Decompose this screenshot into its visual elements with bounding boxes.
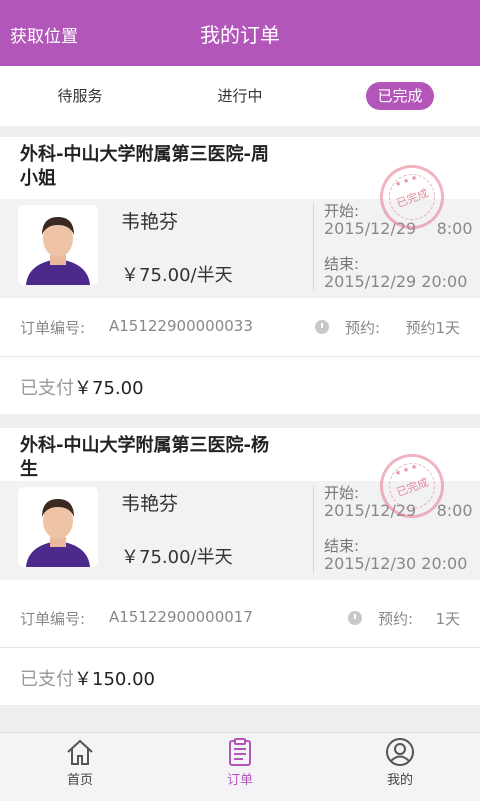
order-number-label: 订单编号: (20, 319, 86, 337)
divider (313, 485, 314, 573)
end-time: 2015/12/29 20:00 (324, 272, 468, 291)
start-label: 开始: (324, 484, 360, 502)
start-label: 开始: (324, 202, 360, 220)
reserve-duration: 预约1天 (405, 319, 460, 337)
price: ￥75.00/半天 (121, 547, 233, 568)
end-label: 结束: (324, 255, 360, 273)
order-card[interactable]: 外科-中山大学附属第三医院-杨生 韦艳芬 ￥75.00/半天 开始: 2015/… (0, 428, 480, 705)
avatar (18, 487, 98, 567)
tab-pending[interactable]: 待服务 (40, 82, 120, 110)
order-number: A15122900000033 (109, 317, 253, 335)
reserve-duration: 1天 (435, 610, 460, 628)
nav-mine[interactable]: 我的 (350, 733, 450, 801)
reserve-label: 预约: (345, 319, 381, 337)
order-number-row: 订单编号: A15122900000017 预约: 1天 (0, 589, 480, 648)
price: ￥75.00/半天 (121, 265, 233, 286)
tab-completed[interactable]: 已完成 (366, 82, 434, 110)
order-number: A15122900000017 (109, 608, 253, 626)
avatar (18, 205, 98, 285)
app-header: 获取位置 我的订单 (0, 0, 480, 66)
order-card[interactable]: 外科-中山大学附属第三医院-周小姐 韦艳芬 ￥75.00/半天 开始: 2015… (0, 137, 480, 414)
tab-in-progress[interactable]: 进行中 (200, 82, 280, 110)
clock-icon (315, 320, 329, 334)
clipboard-icon (229, 738, 251, 766)
user-icon (386, 738, 414, 766)
reserve-label: 预约: (378, 610, 414, 628)
home-icon (67, 739, 93, 765)
bottom-navigation: 首页 订单 我的 (0, 732, 480, 801)
page-title: 我的订单 (200, 23, 280, 47)
clock-icon (348, 611, 362, 625)
caregiver-name: 韦艳芬 (121, 211, 179, 233)
order-status-tabs: 待服务 进行中 已完成 (0, 66, 480, 126)
order-number-row: 订单编号: A15122900000033 预约: 预约1天 (0, 298, 480, 357)
divider (313, 203, 314, 291)
end-label: 结束: (324, 537, 360, 555)
nav-orders[interactable]: 订单 (190, 733, 290, 801)
order-title: 外科-中山大学附属第三医院-杨生 (20, 435, 269, 480)
caregiver-name: 韦艳芬 (121, 493, 179, 515)
nav-home[interactable]: 首页 (30, 733, 130, 801)
paid-amount: 已支付￥75.00 (20, 378, 144, 399)
order-title: 外科-中山大学附属第三医院-周小姐 (20, 144, 269, 189)
paid-amount: 已支付￥150.00 (20, 669, 155, 690)
end-time: 2015/12/30 20:00 (324, 554, 468, 573)
order-number-label: 订单编号: (20, 610, 86, 628)
